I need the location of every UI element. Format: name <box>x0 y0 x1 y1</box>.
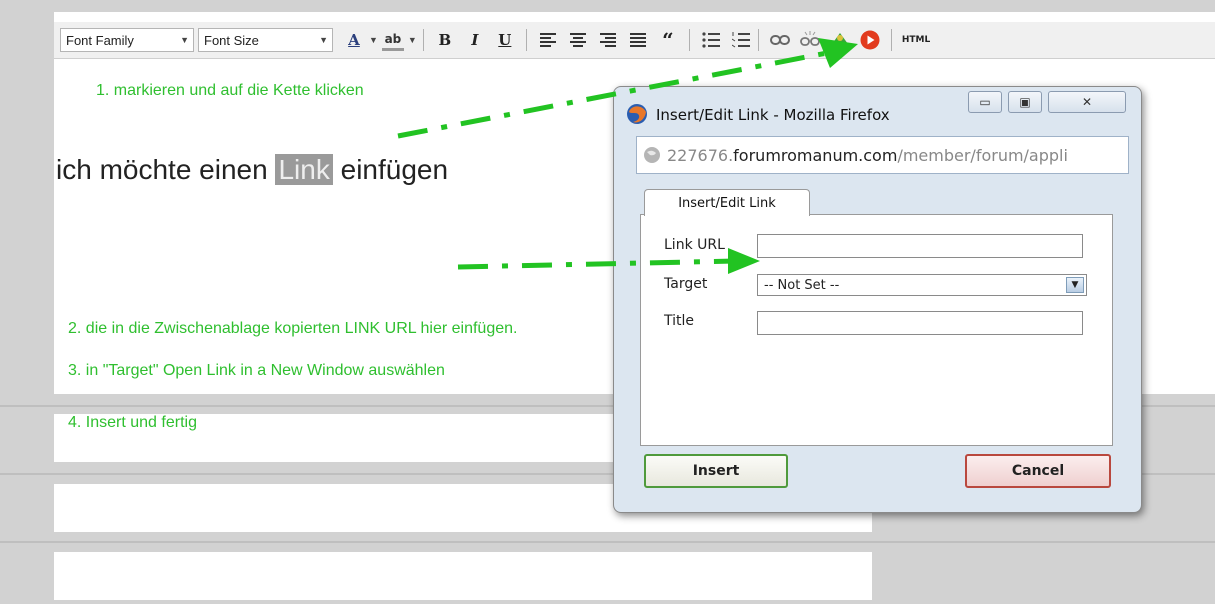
arrow-to-url-field <box>457 248 760 274</box>
annotation-arrows <box>397 38 858 274</box>
arrow-to-link-button <box>397 38 858 139</box>
